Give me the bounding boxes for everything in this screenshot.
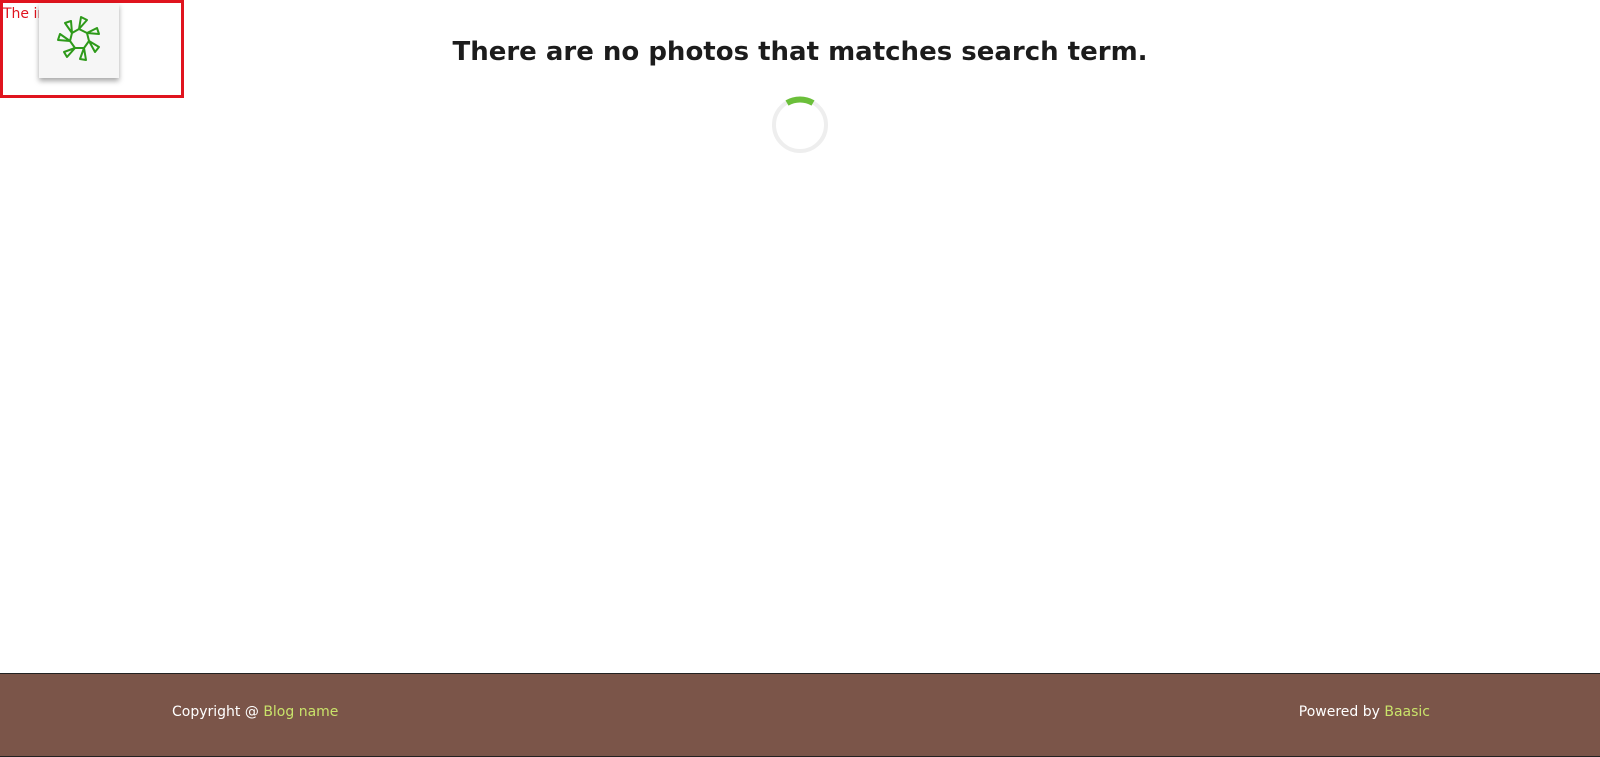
- footer-copyright: Copyright @ Blog name: [172, 702, 338, 722]
- footer: Copyright @ Blog name Powered by Baasic: [0, 673, 1600, 757]
- page: The invalid. There are no photos that ma…: [0, 0, 1600, 757]
- no-results-heading: There are no photos that matches search …: [452, 37, 1148, 67]
- baasic-link[interactable]: Baasic: [1384, 704, 1430, 720]
- blog-name-link[interactable]: Blog name: [263, 704, 338, 720]
- powered-by-text: Powered by: [1298, 704, 1385, 720]
- loading-spinner-icon: [772, 96, 828, 153]
- footer-powered-by: Powered by Baasic: [1299, 702, 1430, 722]
- copyright-text: Copyright @: [172, 704, 264, 720]
